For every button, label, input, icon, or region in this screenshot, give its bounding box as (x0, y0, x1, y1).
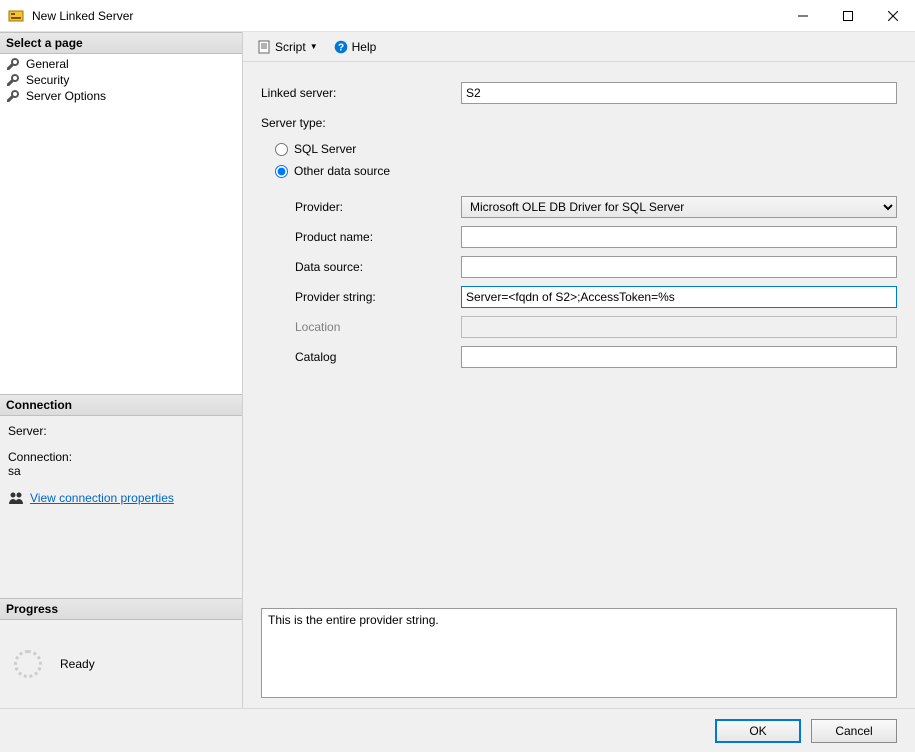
connection-header: Connection (0, 394, 242, 416)
location-label: Location (261, 320, 461, 334)
progress-spinner-icon (14, 650, 42, 678)
provider-string-label: Provider string: (261, 290, 461, 304)
linked-server-label: Linked server: (261, 86, 461, 100)
script-label: Script (275, 40, 306, 54)
select-page-header: Select a page (0, 32, 242, 54)
chevron-down-icon: ▼ (310, 42, 318, 51)
help-button[interactable]: ? Help (330, 38, 381, 56)
sidebar: Select a page General Security Server Op… (0, 32, 243, 708)
server-label: Server: (8, 424, 234, 438)
page-item-server-options[interactable]: Server Options (0, 88, 242, 104)
app-icon (8, 8, 24, 24)
help-icon: ? (334, 40, 348, 54)
page-item-general[interactable]: General (0, 56, 242, 72)
toolbar: Script ▼ ? Help (243, 32, 915, 62)
cancel-button[interactable]: Cancel (811, 719, 897, 743)
other-data-source-radio-label: Other data source (294, 164, 390, 178)
form-area: Linked server: Server type: SQL Server O… (243, 62, 915, 708)
provider-label: Provider: (261, 200, 461, 214)
view-connection-properties-link[interactable]: View connection properties (30, 491, 174, 505)
page-item-label: Security (26, 73, 69, 87)
notes-box: This is the entire provider string. (261, 608, 897, 698)
wrench-icon (6, 89, 20, 103)
ok-button[interactable]: OK (715, 719, 801, 743)
connection-value: sa (8, 464, 234, 478)
sql-server-radio-label: SQL Server (294, 142, 356, 156)
server-type-label: Server type: (261, 116, 461, 130)
page-item-label: Server Options (26, 89, 106, 103)
script-icon (257, 40, 271, 54)
wrench-icon (6, 57, 20, 71)
maximize-button[interactable] (825, 0, 870, 31)
title-bar: New Linked Server (0, 0, 915, 32)
page-list: General Security Server Options (0, 54, 242, 394)
progress-panel: Ready (0, 620, 242, 708)
page-item-label: General (26, 57, 69, 71)
location-input (461, 316, 897, 338)
window-title: New Linked Server (32, 9, 780, 23)
connection-panel: Server: Connection: sa View connection p… (0, 416, 242, 598)
wrench-icon (6, 73, 20, 87)
provider-select[interactable]: Microsoft OLE DB Driver for SQL Server (461, 196, 897, 218)
close-button[interactable] (870, 0, 915, 31)
data-source-label: Data source: (261, 260, 461, 274)
sql-server-radio[interactable] (275, 143, 288, 156)
button-bar: OK Cancel (0, 708, 915, 752)
svg-text:?: ? (338, 42, 344, 53)
catalog-label: Catalog (261, 350, 461, 364)
minimize-button[interactable] (780, 0, 825, 31)
script-dropdown[interactable]: Script ▼ (253, 38, 322, 56)
catalog-input[interactable] (461, 346, 897, 368)
other-data-source-radio[interactable] (275, 165, 288, 178)
people-icon (8, 490, 24, 506)
progress-status: Ready (60, 657, 95, 671)
main-area: Script ▼ ? Help Linked server: Server ty… (243, 32, 915, 708)
progress-header: Progress (0, 598, 242, 620)
help-label: Help (352, 40, 377, 54)
linked-server-input[interactable] (461, 82, 897, 104)
provider-string-input[interactable] (461, 286, 897, 308)
page-item-security[interactable]: Security (0, 72, 242, 88)
product-name-input[interactable] (461, 226, 897, 248)
connection-label: Connection: (8, 450, 234, 464)
data-source-input[interactable] (461, 256, 897, 278)
product-name-label: Product name: (261, 230, 461, 244)
